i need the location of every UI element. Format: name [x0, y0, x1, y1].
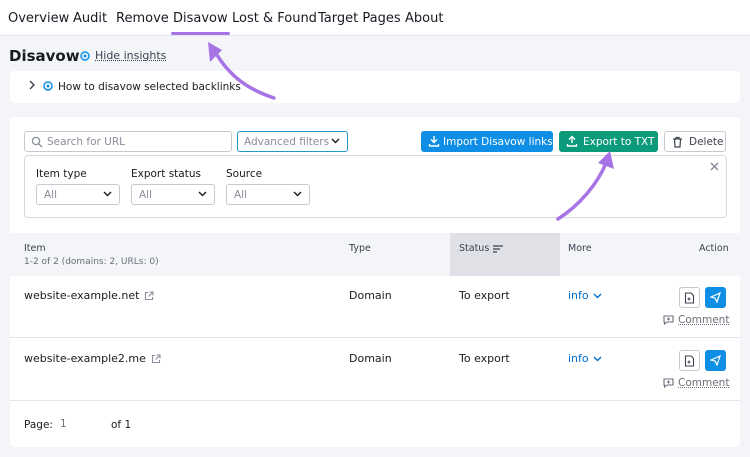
filters-box: Item type All Export status All Source A…: [24, 155, 727, 218]
disavow-panel: Advanced filters Import Disavow links Ex…: [10, 117, 740, 447]
column-more: More: [568, 243, 592, 254]
chevron-down-icon: [331, 138, 340, 144]
send-icon: [710, 355, 721, 366]
tab-audit[interactable]: Audit: [73, 11, 107, 26]
note-icon: [684, 354, 695, 367]
search-box[interactable]: [24, 131, 232, 152]
pager-label: Page:: [24, 419, 53, 431]
table-row: website-example.net Domain To export inf…: [10, 276, 740, 338]
tab-about[interactable]: About: [405, 11, 443, 26]
chevron-down-icon: [593, 293, 602, 298]
insight-text: How to disavow selected backlinks: [58, 81, 241, 93]
gear-icon: [43, 81, 53, 91]
tab-disavow[interactable]: Disavow: [171, 11, 230, 35]
info-label: info: [568, 289, 589, 302]
filter-value: All: [139, 189, 153, 201]
item-link[interactable]: website-example.net: [24, 289, 155, 302]
table-header: Item 1-2 of 2 (domains: 2, URLs: 0) Type…: [10, 233, 740, 276]
advanced-filters-select[interactable]: Advanced filters: [237, 131, 348, 152]
item-type: Domain: [349, 289, 392, 302]
search-input[interactable]: [47, 135, 231, 148]
comment-link[interactable]: Comment: [663, 377, 729, 389]
source-select[interactable]: All: [226, 184, 310, 205]
comment-icon: [663, 378, 674, 388]
advanced-filters-label: Advanced filters: [244, 136, 330, 148]
upload-icon: [566, 135, 578, 147]
tab-overview[interactable]: Overview: [8, 11, 69, 26]
column-item: Item: [24, 243, 46, 254]
item-url: website-example.net: [24, 289, 140, 302]
filter-source: Source All: [226, 168, 310, 205]
external-link-icon: [151, 353, 161, 363]
note-button[interactable]: [679, 350, 700, 371]
item-status: To export: [459, 352, 510, 365]
send-button[interactable]: [705, 287, 726, 308]
chevron-down-icon: [593, 356, 602, 361]
item-link[interactable]: website-example2.me: [24, 352, 161, 365]
pager-total: of 1: [111, 419, 132, 431]
external-link-icon: [145, 290, 155, 300]
column-status-label: Status: [459, 243, 490, 254]
gear-icon: [80, 50, 90, 61]
sort-icon: [493, 244, 504, 253]
table-row: website-example2.me Domain To export inf…: [10, 339, 740, 401]
hide-insights-label: Hide insights: [95, 49, 167, 62]
filter-value: All: [44, 189, 58, 201]
item-status: To export: [459, 289, 510, 302]
send-button[interactable]: [705, 350, 726, 371]
info-label: info: [568, 352, 589, 365]
search-icon: [31, 136, 43, 148]
comment-icon: [663, 315, 674, 325]
note-icon: [684, 291, 695, 304]
column-status[interactable]: Status: [459, 243, 504, 254]
delete-button-label: Delete: [689, 135, 724, 148]
column-type: Type: [349, 243, 371, 254]
status-column-highlight: [450, 233, 560, 276]
chevron-right-icon: [29, 80, 35, 90]
filter-value: All: [234, 189, 248, 201]
filter-item-type: Item type All: [36, 168, 120, 205]
tab-lost-found[interactable]: Lost & Found: [232, 11, 317, 26]
chevron-down-icon: [293, 191, 302, 197]
page-number-input[interactable]: [56, 413, 96, 435]
item-type: Domain: [349, 352, 392, 365]
info-dropdown[interactable]: info: [568, 352, 602, 365]
filter-export-status: Export status All: [131, 168, 215, 205]
import-button-label: Import Disavow links: [443, 135, 553, 148]
insight-card[interactable]: How to disavow selected backlinks: [10, 71, 740, 103]
export-txt-button[interactable]: Export to TXT: [559, 131, 658, 152]
comment-label: Comment: [678, 377, 730, 389]
filter-label: Source: [226, 168, 263, 180]
tab-target-pages[interactable]: Target Pages: [318, 11, 401, 26]
chevron-down-icon: [198, 191, 207, 197]
tab-remove[interactable]: Remove: [116, 11, 169, 26]
close-icon[interactable]: [710, 162, 719, 171]
filter-label: Export status: [131, 168, 201, 180]
filter-label: Item type: [36, 168, 87, 180]
item-url: website-example2.me: [24, 352, 146, 365]
download-icon: [428, 136, 440, 147]
export-button-label: Export to TXT: [583, 135, 655, 148]
comment-link[interactable]: Comment: [663, 314, 729, 326]
chevron-down-icon: [103, 191, 112, 197]
hide-insights-toggle[interactable]: Hide insights: [79, 49, 166, 62]
comment-label: Comment: [678, 314, 730, 326]
send-icon: [710, 292, 721, 303]
delete-button[interactable]: Delete: [664, 131, 726, 152]
page-title: Disavow: [9, 47, 80, 65]
export-status-select[interactable]: All: [131, 184, 215, 205]
item-count: 1-2 of 2 (domains: 2, URLs: 0): [24, 257, 159, 267]
note-button[interactable]: [679, 287, 700, 308]
item-type-select[interactable]: All: [36, 184, 120, 205]
info-dropdown[interactable]: info: [568, 289, 602, 302]
import-disavow-button[interactable]: Import Disavow links: [421, 131, 553, 152]
top-nav: Overview Audit Remove Disavow Lost & Fou…: [0, 0, 750, 36]
trash-icon: [673, 136, 682, 148]
column-action: Action: [699, 243, 729, 254]
